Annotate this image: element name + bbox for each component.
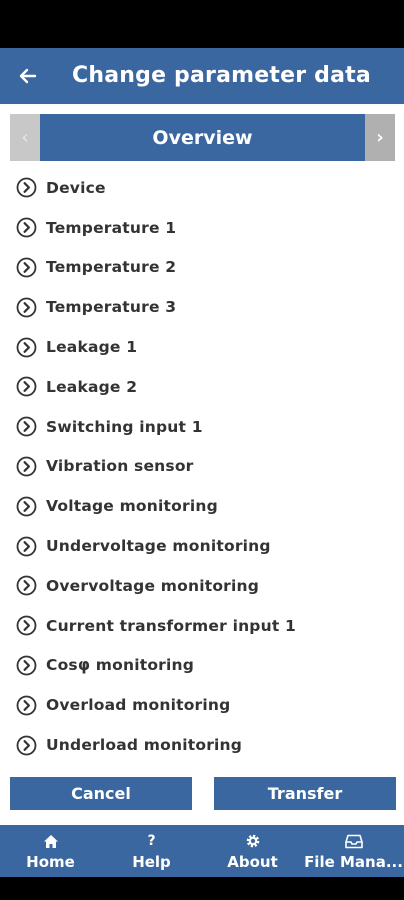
parameter-label: Device	[46, 178, 106, 197]
parameter-label: Cosφ monitoring	[46, 656, 195, 675]
chevron-right-circle-icon	[15, 217, 37, 239]
arrow-left-icon	[19, 68, 37, 84]
parameter-item[interactable]: Overload monitoring	[0, 685, 404, 725]
parameter-item[interactable]: Temperature 2	[0, 248, 404, 288]
nav-home[interactable]: Home	[0, 825, 101, 877]
bottom-navigation: Home ? Help About File Mana...	[0, 825, 404, 877]
tab-prev-button[interactable]: ‹	[10, 114, 40, 161]
section-tabs: ‹ Overview ›	[10, 114, 395, 161]
chevron-right-circle-icon	[15, 575, 37, 597]
nav-help-label: Help	[132, 853, 171, 871]
system-nav-bar	[0, 877, 404, 900]
parameter-item[interactable]: Current transformer input 1	[0, 606, 404, 646]
parameter-label: Vibration sensor	[46, 457, 194, 476]
cancel-button[interactable]: Cancel	[10, 777, 192, 810]
tab-overview[interactable]: Overview	[40, 114, 365, 161]
nav-file-manager[interactable]: File Mana...	[303, 825, 404, 877]
parameter-item[interactable]: Undervoltage monitoring	[0, 526, 404, 566]
page-title: Change parameter data	[72, 63, 371, 88]
parameter-item[interactable]: Overvoltage monitoring	[0, 566, 404, 606]
back-button[interactable]	[10, 58, 46, 94]
parameter-item[interactable]: Device	[0, 168, 404, 208]
chevron-right-circle-icon	[15, 296, 37, 318]
parameter-item[interactable]: Voltage monitoring	[0, 486, 404, 526]
help-icon: ?	[147, 833, 156, 849]
transfer-button[interactable]: Transfer	[214, 777, 396, 810]
parameter-label: Underload monitoring	[46, 736, 243, 755]
parameter-label: Leakage 2	[46, 377, 138, 396]
chevron-right-circle-icon	[15, 177, 37, 199]
tab-next-button[interactable]: ›	[365, 114, 395, 161]
parameter-label: Overvoltage monitoring	[46, 576, 260, 595]
parameter-label: Current transformer input 1	[46, 616, 297, 635]
parameter-item[interactable]: Temperature 3	[0, 287, 404, 327]
chevron-right-circle-icon	[15, 654, 37, 676]
parameter-label: Undervoltage monitoring	[46, 537, 271, 556]
app-screen: Change parameter data ‹ Overview › Devic…	[0, 48, 404, 877]
parameter-item[interactable]: Cosφ monitoring	[0, 646, 404, 686]
chevron-right-circle-icon	[15, 256, 37, 278]
chevron-right-circle-icon	[15, 615, 37, 637]
nav-home-label: Home	[26, 853, 75, 871]
chevron-right-circle-icon	[15, 336, 37, 358]
chevron-right-circle-icon	[15, 416, 37, 438]
nav-file-manager-label: File Mana...	[304, 853, 403, 871]
parameter-item[interactable]: Leakage 1	[0, 327, 404, 367]
nav-about-label: About	[227, 853, 278, 871]
chevron-right-circle-icon	[15, 694, 37, 716]
home-icon	[43, 831, 59, 851]
chevron-right-circle-icon	[15, 455, 37, 477]
app-header: Change parameter data	[0, 48, 404, 104]
parameter-label: Leakage 1	[46, 338, 138, 357]
chevron-right-circle-icon	[15, 734, 37, 756]
status-bar	[0, 0, 404, 48]
gear-icon	[245, 831, 261, 851]
parameter-item[interactable]: Leakage 2	[0, 367, 404, 407]
parameter-item[interactable]: Switching input 1	[0, 407, 404, 447]
nav-help[interactable]: ? Help	[101, 825, 202, 877]
parameter-item[interactable]: Vibration sensor	[0, 447, 404, 487]
chevron-right-circle-icon	[15, 495, 37, 517]
nav-about[interactable]: About	[202, 825, 303, 877]
parameter-item[interactable]: Temperature 1	[0, 208, 404, 248]
parameter-label: Overload monitoring	[46, 696, 231, 715]
chevron-right-circle-icon	[15, 535, 37, 557]
parameter-label: Temperature 1	[46, 218, 177, 237]
parameter-label: Voltage monitoring	[46, 497, 218, 516]
parameter-label: Switching input 1	[46, 417, 203, 436]
parameter-list: Device Temperature 1 Temperature 2 Temperat…	[0, 168, 404, 765]
inbox-icon	[344, 831, 363, 851]
parameter-item[interactable]: Underload monitoring	[0, 725, 404, 765]
parameter-label: Temperature 2	[46, 258, 177, 277]
chevron-right-circle-icon	[15, 376, 37, 398]
parameter-label: Temperature 3	[46, 298, 177, 317]
